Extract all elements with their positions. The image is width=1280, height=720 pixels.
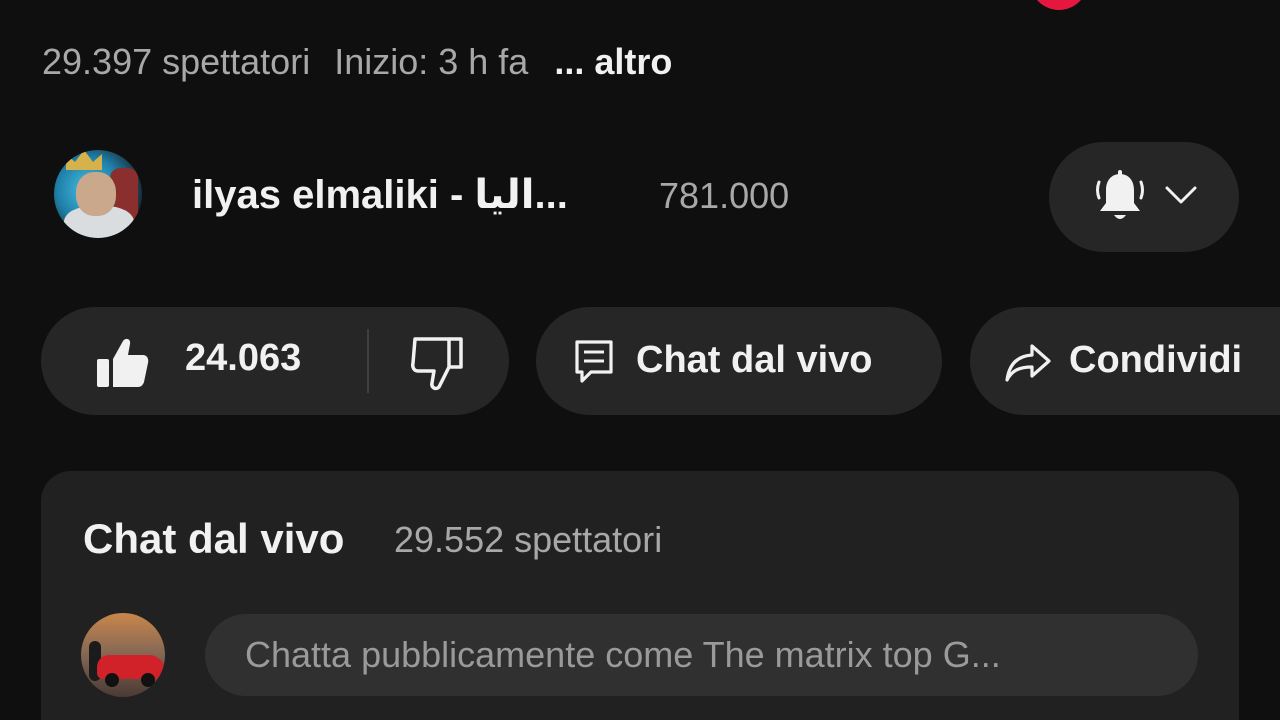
- chat-message-input[interactable]: [205, 614, 1198, 696]
- share-icon: [1005, 344, 1051, 382]
- subscriber-count: 781.000: [659, 175, 790, 216]
- live-chat-button[interactable]: Chat dal vivo: [536, 307, 942, 415]
- live-video-page: 29.397 spettatori Inizio: 3 h fa ... alt…: [0, 0, 1280, 720]
- like-divider: [367, 329, 369, 393]
- channel-name[interactable]: ilyas elmaliki - اليا...: [192, 172, 568, 218]
- avatar-face-shape: [76, 172, 116, 216]
- channel-avatar[interactable]: [54, 150, 142, 238]
- bell-icon: [1096, 170, 1144, 219]
- live-chat-heading: Chat dal vivo: [83, 515, 345, 562]
- share-button[interactable]: Condividi: [970, 307, 1280, 415]
- thumbs-down-icon[interactable]: [409, 335, 465, 391]
- like-count[interactable]: 24.063: [185, 337, 301, 380]
- avatar-wheel-shape: [141, 673, 155, 687]
- live-chat-viewers: 29.552 spettatori: [394, 519, 663, 560]
- channel-row: ilyas elmaliki - اليا... 781.000: [42, 142, 1242, 254]
- avatar-wheel-shape: [105, 673, 119, 687]
- viewer-count: 29.397 spettatori: [42, 41, 311, 82]
- user-avatar[interactable]: [81, 613, 165, 697]
- more-link[interactable]: ... altro: [554, 41, 672, 83]
- video-metadata[interactable]: 29.397 spettatori Inizio: 3 h fa ... alt…: [42, 40, 672, 84]
- video-title-row[interactable]: [0, 0, 1280, 10]
- chevron-down-icon: [1165, 186, 1197, 204]
- thumbs-up-icon[interactable]: [95, 335, 149, 389]
- like-dislike-group: 24.063: [41, 307, 509, 415]
- live-chat-label: Chat dal vivo: [636, 339, 873, 381]
- start-time: Inizio: 3 h fa: [334, 41, 529, 82]
- crown-icon: [66, 150, 102, 170]
- chat-icon: [575, 340, 613, 383]
- subscription-notification-button[interactable]: [1049, 142, 1239, 252]
- live-chat-panel[interactable]: Chat dal vivo 29.552 spettatori: [41, 471, 1239, 720]
- share-label: Condividi: [1069, 339, 1243, 381]
